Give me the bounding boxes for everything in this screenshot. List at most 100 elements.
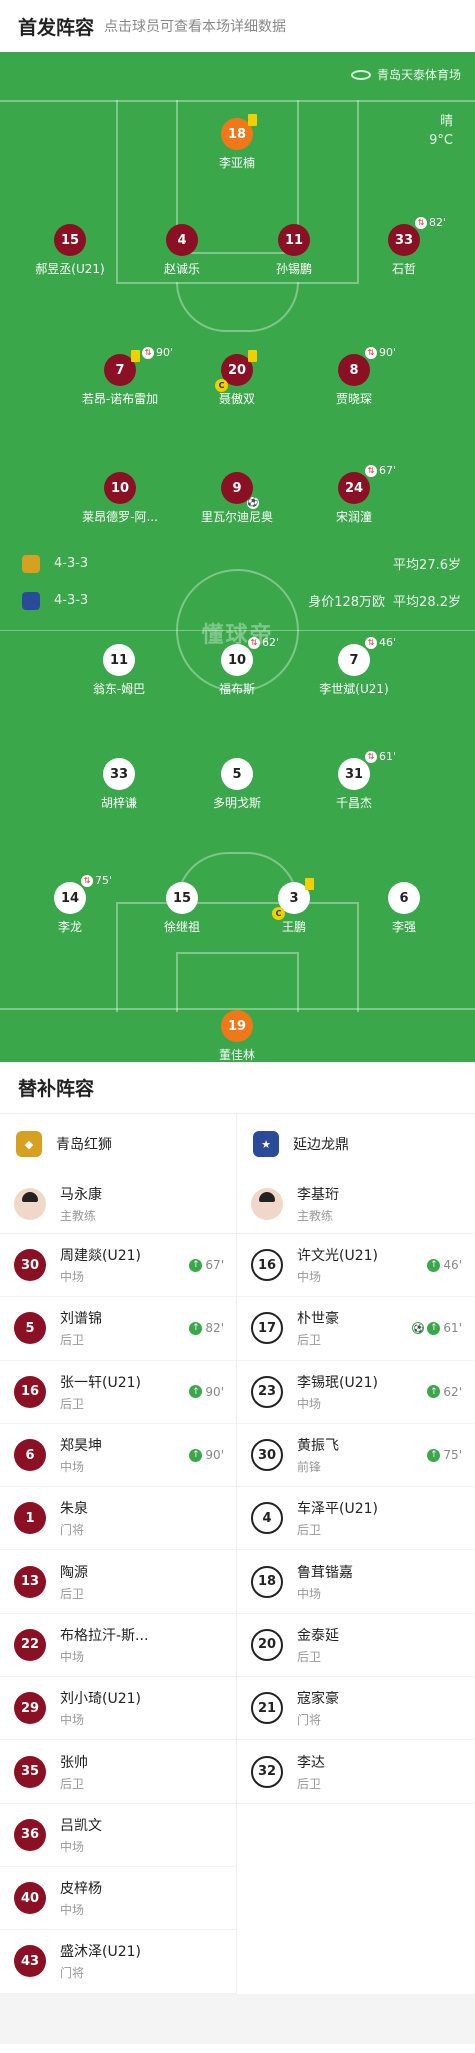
sub-position: 门将 [297, 1713, 322, 1728]
page-footer [0, 1993, 475, 2044]
sub-position: 后卫 [297, 1776, 322, 1791]
home-sub-row[interactable]: 5 刘谱锦 后卫 ↑ 82' [0, 1297, 236, 1361]
yellow-card-icon [131, 350, 140, 362]
home-player[interactable]: 11 孙锡鹏 [239, 224, 349, 277]
home-player[interactable]: 8 ⇅ 90' 贾晓琛 [299, 346, 409, 407]
sub-name: 盛沐泽(U21) [60, 1944, 141, 1961]
away-player[interactable]: 14 ⇅ 75' 李龙 [15, 874, 125, 935]
away-player[interactable]: 33 胡梓谦 [64, 758, 174, 811]
home-team-header[interactable]: ◆ 青岛红狮 [0, 1114, 236, 1174]
away-sub-row[interactable]: 21 寇家豪 门将 [237, 1677, 474, 1741]
sub-name: 车泽平(U21) [297, 1501, 378, 1518]
home-sub-row[interactable]: 1 朱泉 门将 [0, 1487, 236, 1551]
home-player[interactable]: 9 ⚽ 里瓦尔迪尼奥 [182, 472, 292, 525]
sub-number: 43 [14, 1945, 46, 1978]
lineup-subtitle: 点击球员可查看本场详细数据 [104, 19, 287, 35]
home-sub-row[interactable]: 29 刘小琦(U21) 中场 [0, 1677, 236, 1741]
subs-section: ◆ 青岛红狮 马永康 主教练 30 周建燚(U21) 中场 ↑ 67' 5 刘谱锦 后卫 ↑ 82… [0, 1114, 475, 1994]
away-player[interactable]: 6 李强 [349, 882, 459, 935]
away-formation: 4-3-3 [54, 593, 89, 608]
sub-minute: 75' [95, 874, 113, 887]
substitution-icon: ⇅ [365, 750, 377, 763]
home-sub-row[interactable]: 30 周建燚(U21) 中场 ↑ 67' [0, 1234, 236, 1298]
away-player[interactable]: 19 董佳林 [182, 1010, 292, 1062]
player-number: 4 [166, 224, 198, 256]
home-sub-row[interactable]: 36 吕凯文 中场 [0, 1804, 236, 1867]
player-number: 8 ⇅ 90' [338, 346, 396, 386]
sub-position: 中场 [297, 1396, 322, 1411]
home-sub-row[interactable]: 13 陶源后卫 [0, 1550, 236, 1614]
weather-text: 晴 [439, 114, 453, 129]
captain-icon: C [215, 379, 228, 392]
away-player[interactable]: 3 C 王鹏 [239, 878, 349, 935]
home-player[interactable]: 15 郝昱丞(U21) [15, 224, 125, 277]
away-player[interactable]: 11 翁东-姆巴 [64, 644, 174, 697]
sub-number: 13 [14, 1565, 46, 1598]
sub-on-marker: ↑ 75' [427, 1448, 462, 1462]
player-number: 31 ⇅ 61' [338, 750, 396, 790]
sub-position: 后卫 [60, 1586, 85, 1601]
sub-name: 金泰延 [297, 1627, 339, 1644]
player-number-text: 15 [172, 890, 192, 906]
away-sub-row[interactable]: 17 朴世豪 后卫 ⚽ ↑ 61' [237, 1297, 474, 1361]
player-number-text: 31 [344, 766, 364, 782]
home-player[interactable]: 7 ⇅ 90' 若昂-诺布雷加 [65, 346, 175, 407]
sub-off-marker: ⇅ 90' [365, 346, 396, 359]
away-sub-row[interactable]: 20 金泰延 后卫 [237, 1614, 474, 1678]
away-player[interactable]: 31 ⇅ 61' 千昌杰 [299, 750, 409, 811]
home-coach[interactable]: 马永康 主教练 [0, 1174, 236, 1234]
home-player[interactable]: 20 C 聂傲双 [182, 350, 292, 407]
away-sub-row[interactable]: 23 李锡珉(U21) 中场 ↑ 62' [237, 1361, 474, 1424]
away-sub-row[interactable]: 30 黄振飞 前锋 ↑ 75' [237, 1424, 474, 1488]
home-sub-row[interactable]: 43 盛沐泽(U21) 门将 [0, 1930, 236, 1994]
home-sub-row[interactable]: 35 张帅 后卫 [0, 1740, 236, 1804]
sub-info: 刘小琦(U21) 中场 [60, 1688, 224, 1728]
sub-name: 刘小琦(U21) [60, 1691, 141, 1708]
home-player[interactable]: 18 李亚楠 [182, 114, 292, 171]
sub-info: 许文光(U21) 中场 [297, 1245, 427, 1285]
home-sub-row[interactable]: 40 皮梓杨 中场 [0, 1867, 236, 1931]
sub-position: 前锋 [297, 1460, 322, 1475]
sub-minute: 67' [379, 464, 397, 477]
sub-position: 中场 [60, 1839, 85, 1854]
away-player[interactable]: 15 徐继祖 [127, 882, 237, 935]
sub-on-marker: ↑ 90' [189, 1385, 224, 1399]
sub-name: 周建燚(U21) [60, 1248, 141, 1265]
sub-position: 后卫 [297, 1649, 322, 1664]
home-player[interactable]: 24 ⇅ 67' 宋润潼 [299, 464, 409, 525]
home-player[interactable]: 10 莱昂德罗-阿... [65, 472, 175, 525]
coach-avatar [14, 1187, 46, 1220]
away-team-header[interactable]: ★ 延边龙鼎 [237, 1114, 474, 1174]
home-player[interactable]: 33 ⇅ 82' 石哲 [349, 216, 459, 277]
substitution-icon: ⇅ [142, 346, 154, 359]
away-sub-row[interactable]: 4 车泽平(U21) 后卫 [237, 1487, 474, 1551]
home-sub-row[interactable]: 16 张一轩(U21) 后卫 ↑ 90' [0, 1361, 236, 1424]
home-sub-row[interactable]: 6 郑昊坤 中场 ↑ 90' [0, 1424, 236, 1488]
away-player[interactable]: 7 ⇅ 46' 李世斌(U21) [299, 636, 409, 697]
venue: 青岛天泰体育场 [350, 66, 461, 83]
sub-info: 盛沐泽(U21) 门将 [60, 1941, 224, 1981]
sub-name: 李锡珉(U21) [297, 1374, 378, 1391]
stadium-icon [350, 69, 371, 80]
player-number: 15 [166, 882, 198, 914]
away-player[interactable]: 5 多明戈斯 [182, 758, 292, 811]
player-number-text: 19 [227, 1018, 247, 1034]
sub-name: 陶源 [60, 1564, 88, 1581]
away-sub-row[interactable]: 16 许文光(U21) 中场 ↑ 46' [237, 1234, 474, 1298]
home-sub-row[interactable]: 22 布格拉汗-斯... 中场 [0, 1614, 236, 1678]
player-number: 7 ⇅ 46' [338, 636, 396, 676]
away-sub-row[interactable]: 32 李达 后卫 [237, 1740, 474, 1804]
sub-number: 4 [251, 1502, 283, 1535]
away-sub-row[interactable]: 18 鲁茸锴嘉 中场 [237, 1550, 474, 1614]
substitution-icon: ⇅ [248, 636, 260, 649]
away-coach[interactable]: 李基珩 主教练 [237, 1174, 474, 1234]
sub-position: 中场 [60, 1713, 85, 1728]
sub-info: 张一轩(U21) 后卫 [60, 1372, 189, 1412]
sub-on-icon: ↑ [189, 1385, 203, 1399]
player-name: 孙锡鹏 [275, 262, 312, 276]
player-number-text: 10 [227, 652, 247, 668]
player-number-text: 5 [232, 766, 242, 782]
away-player[interactable]: 10 ⇅ 62' 福布斯 [182, 636, 292, 697]
home-player[interactable]: 4 赵诚乐 [127, 224, 237, 277]
player-number-text: 7 [349, 652, 359, 668]
